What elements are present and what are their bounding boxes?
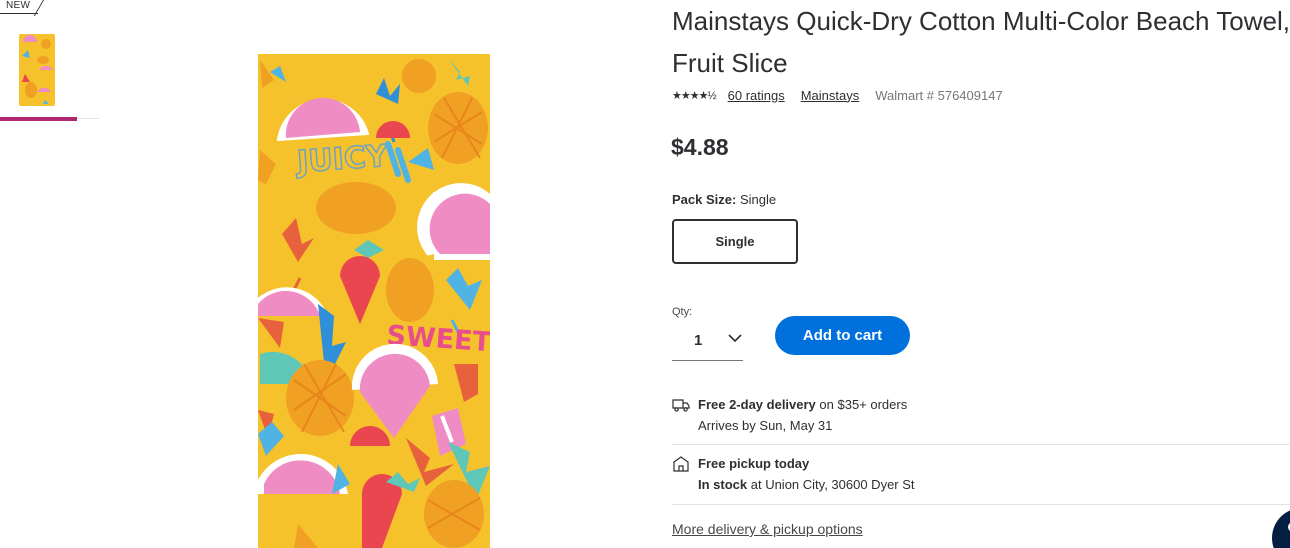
product-title-line1: Mainstays Quick-Dry Cotton Multi-Color B…	[672, 6, 1290, 36]
add-to-cart-button[interactable]: Add to cart	[775, 316, 910, 355]
thumbnail-divider	[77, 118, 99, 119]
chat-help-icon[interactable]	[1272, 508, 1290, 548]
fulfillment-divider-2	[672, 504, 1290, 505]
product-title-line2: Fruit Slice	[672, 48, 788, 78]
delivery-suffix: on $35+ orders	[815, 397, 908, 412]
quantity-label: Qty:	[672, 306, 693, 318]
product-title: Mainstays Quick-Dry Cotton Multi-Color B…	[672, 0, 1290, 84]
walmart-item-number: Walmart # 576409147	[875, 87, 1003, 103]
delivery-text: Free 2-day delivery on $35+ orders Arriv…	[698, 394, 907, 436]
thumbnail-towel-graphic	[19, 34, 55, 106]
quantity-value: 1	[694, 331, 703, 349]
pack-size-option-single[interactable]: Single	[672, 219, 798, 264]
pickup-option: Free pickup today In stock at Union City…	[672, 453, 1290, 503]
pickup-location: at Union City, 30600 Dyer St	[747, 477, 915, 492]
delivery-option: Free 2-day delivery on $35+ orders Arriv…	[672, 394, 1290, 444]
brand-link[interactable]: Mainstays	[801, 88, 860, 103]
product-price: $4.88	[671, 134, 729, 160]
more-delivery-options-link[interactable]: More delivery & pickup options	[672, 521, 863, 537]
store-icon	[673, 456, 689, 472]
truck-icon	[672, 399, 690, 412]
new-badge: NEW	[0, 0, 42, 14]
pack-size-heading: Pack Size:	[672, 192, 737, 207]
pickup-text: Free pickup today In stock at Union City…	[698, 453, 915, 495]
fulfillment-divider	[672, 444, 1290, 445]
product-main-image[interactable]: JUICY SWEET	[258, 54, 493, 548]
delivery-title: Free 2-day delivery	[698, 397, 816, 412]
image-text-juicy: JUICY	[294, 139, 390, 180]
pickup-stock: In stock	[698, 477, 748, 492]
quantity-select[interactable]: 1	[672, 320, 743, 361]
thumbnail-image[interactable]	[19, 34, 55, 106]
chevron-down-icon	[728, 334, 742, 343]
towel-graphic: JUICY SWEET	[258, 54, 493, 548]
rating-row: ★★★★½ 60 ratings Mainstays Walmart # 576…	[672, 86, 1003, 104]
pack-size-value: Single	[739, 192, 777, 207]
pack-size-label: Pack Size: Single	[672, 192, 776, 207]
pickup-title: Free pickup today	[698, 456, 810, 471]
ratings-link[interactable]: 60 ratings	[728, 88, 785, 103]
thumbnail-selected-indicator	[0, 117, 77, 121]
delivery-eta: Arrives by Sun, May 31	[698, 418, 833, 433]
star-rating-icon: ★★★★½	[672, 89, 717, 102]
